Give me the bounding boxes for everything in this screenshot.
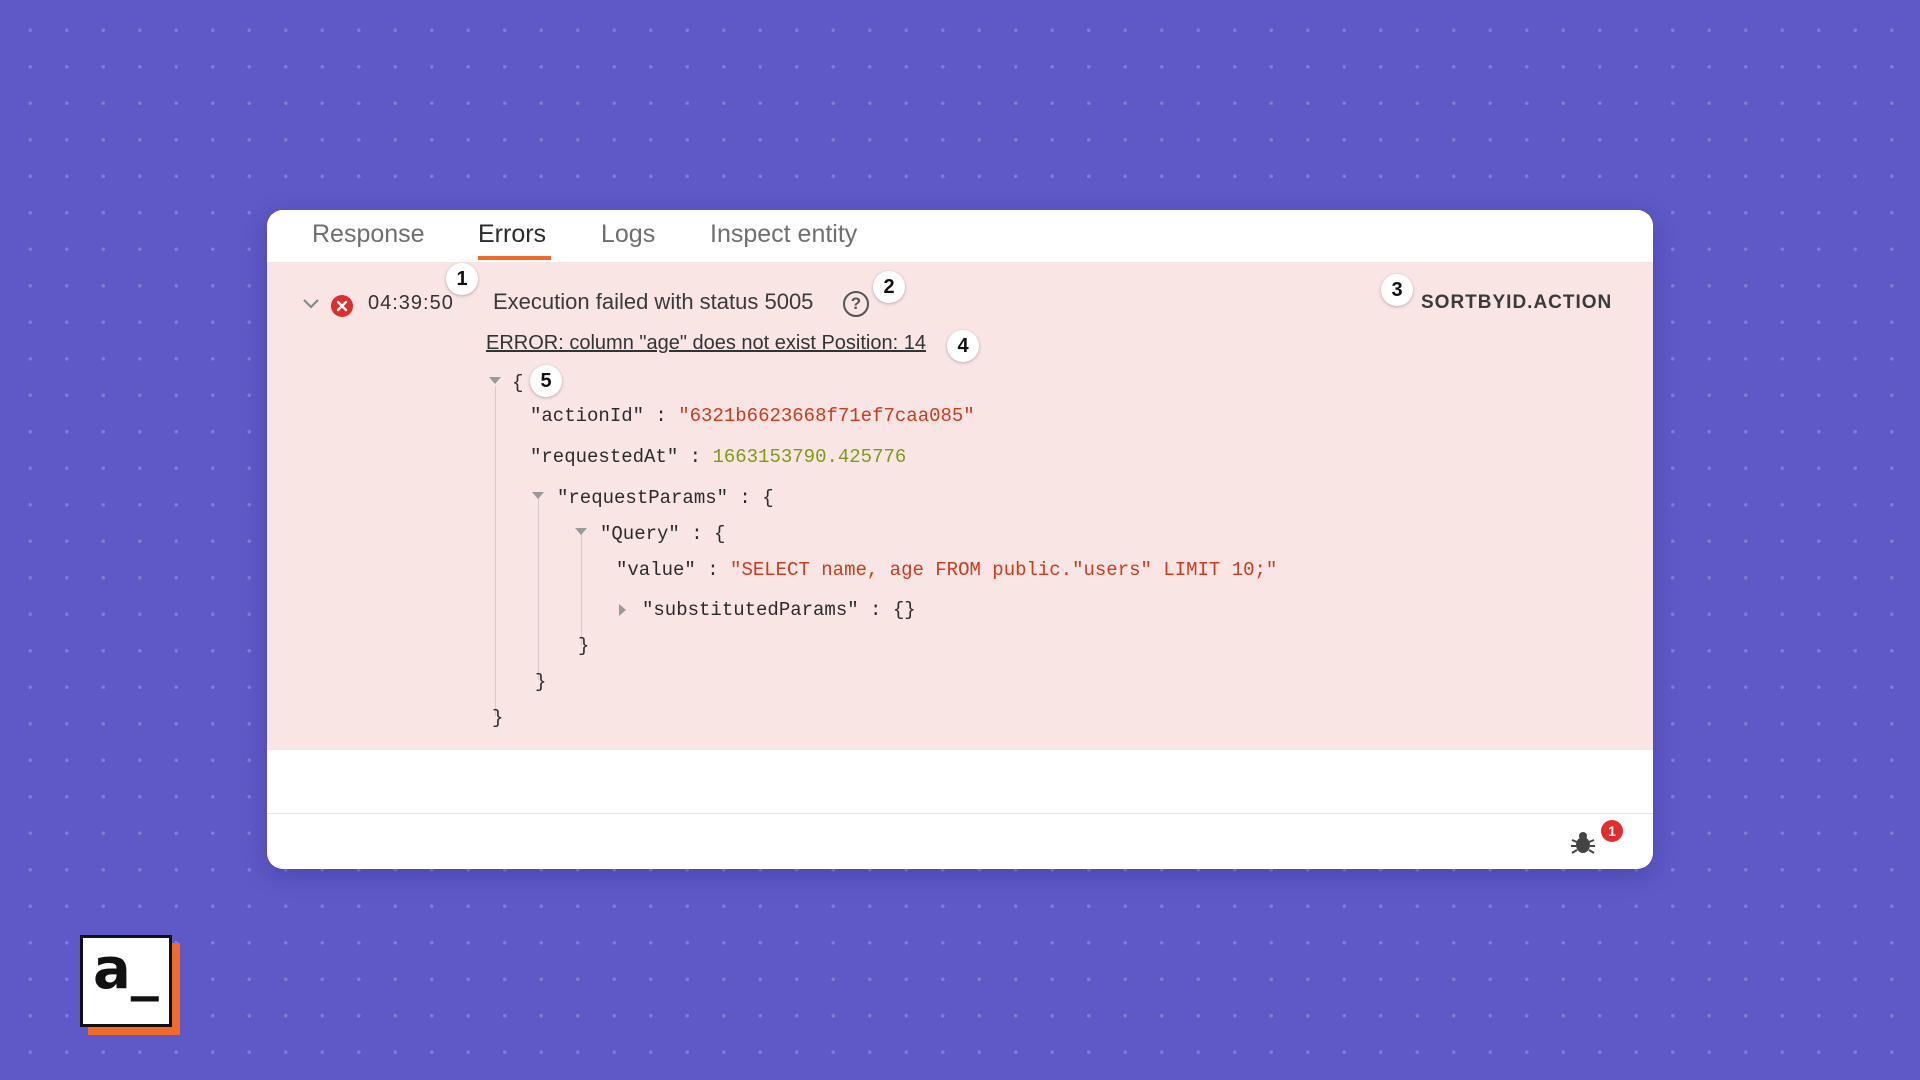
json-key: "requestedAt" xyxy=(530,446,679,468)
error-entry: 04:39:50 Execution failed with status 50… xyxy=(267,262,1653,750)
json-key: "substitutedParams" xyxy=(642,599,859,621)
logo-text: a_ xyxy=(93,937,159,1002)
footer-divider xyxy=(267,813,1653,814)
annotation-badge-5: 5 xyxy=(530,365,562,397)
notification-count-badge: 1 xyxy=(1601,820,1623,842)
json-colon: : xyxy=(858,599,893,621)
annotation-badge-2: 2 xyxy=(873,271,905,303)
json-close-brace: } xyxy=(578,635,590,657)
tab-errors[interactable]: Errors xyxy=(478,220,546,249)
error-message: Execution failed with status 5005 xyxy=(493,289,814,314)
error-timestamp: 04:39:50 xyxy=(368,292,454,314)
expand-toggle-icon[interactable] xyxy=(619,604,626,616)
json-row-query: "Query" : { xyxy=(600,523,725,545)
error-x-icon xyxy=(331,295,353,317)
appsmith-logo: a_ xyxy=(80,935,172,1027)
json-colon: : xyxy=(644,405,679,427)
tree-guide-line xyxy=(538,494,539,680)
annotation-badge-3: 3 xyxy=(1381,274,1413,306)
error-detail-link[interactable]: ERROR: column "age" does not exist Posit… xyxy=(486,332,926,355)
collapse-toggle-icon[interactable] xyxy=(532,492,544,499)
json-key: "actionId" xyxy=(530,405,645,427)
json-row-value: "value" : "SELECT name, age FROM public.… xyxy=(616,559,1277,581)
json-number-value: 1663153790.425776 xyxy=(712,446,907,468)
json-colon-brace: : { xyxy=(679,523,726,545)
help-icon[interactable]: ? xyxy=(843,291,869,317)
json-key: "Query" xyxy=(600,523,680,545)
json-colon-brace: : { xyxy=(728,487,774,509)
json-string-value: "6321b6623668f71ef7caa085" xyxy=(678,405,975,427)
json-string-value: "SELECT name, age FROM public."users" LI… xyxy=(730,559,1278,581)
entity-name[interactable]: SORTBYID.ACTION xyxy=(1421,292,1612,314)
tab-response[interactable]: Response xyxy=(312,220,425,249)
collapse-toggle-icon[interactable] xyxy=(489,377,501,384)
json-key: "requestParams" xyxy=(557,487,729,509)
json-row-substitutedParams: "substitutedParams" : {} xyxy=(642,599,916,621)
tree-guide-line xyxy=(581,530,582,645)
tab-inspect-entity[interactable]: Inspect entity xyxy=(710,220,857,249)
json-close-brace: } xyxy=(492,707,504,729)
tree-guide-line xyxy=(495,386,496,716)
json-row-requestParams: "requestParams" : { xyxy=(557,487,774,509)
bug-icon[interactable] xyxy=(1569,830,1597,856)
chevron-down-icon[interactable] xyxy=(301,294,321,314)
json-row-actionId: "actionId" : "6321b6623668f71ef7caa085" xyxy=(530,405,975,427)
json-close-brace: } xyxy=(535,671,547,693)
tab-bar: Response Errors Logs Inspect entity xyxy=(267,210,1653,262)
json-object-value: {} xyxy=(892,599,916,621)
debugger-panel: Response Errors Logs Inspect entity 04:3… xyxy=(267,210,1653,869)
json-key: "value" xyxy=(616,559,696,581)
json-open-brace: { xyxy=(512,372,524,394)
collapse-toggle-icon[interactable] xyxy=(575,528,587,535)
tab-logs[interactable]: Logs xyxy=(601,220,655,249)
annotation-badge-4: 4 xyxy=(947,330,979,362)
json-colon: : xyxy=(695,559,731,581)
json-colon: : xyxy=(678,446,713,468)
active-tab-indicator xyxy=(478,256,551,260)
annotation-badge-1: 1 xyxy=(446,263,478,295)
json-row-requestedAt: "requestedAt" : 1663153790.425776 xyxy=(530,446,906,468)
